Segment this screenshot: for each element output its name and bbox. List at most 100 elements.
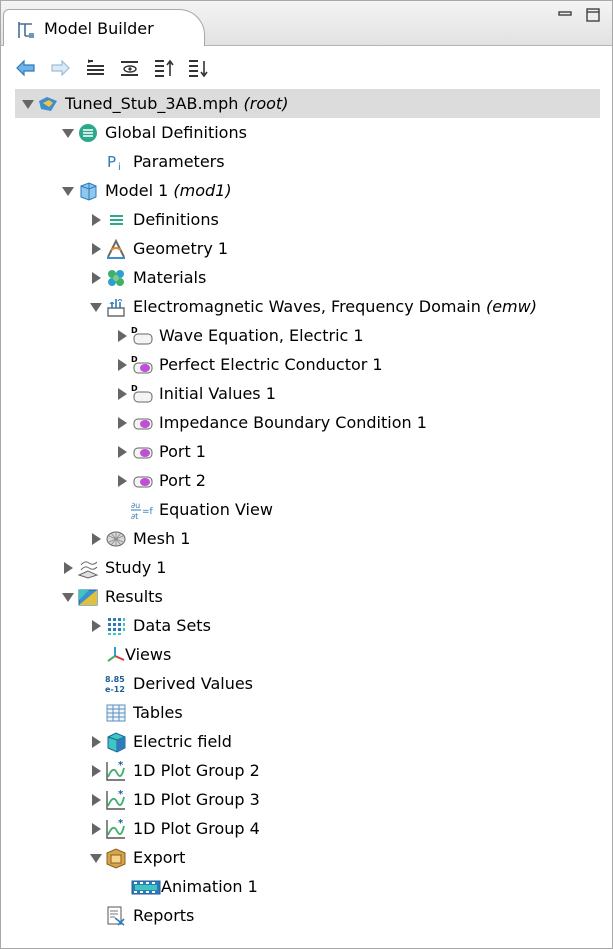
tree-item-root[interactable]: Tuned_Stub_3AB.mph (root)	[15, 89, 600, 118]
svg-text:∂t: ∂t	[131, 512, 138, 521]
plot-1d-icon: *	[106, 818, 125, 839]
tree-label: 1D Plot Group 3	[133, 790, 260, 809]
boundary-node-icon	[133, 418, 153, 430]
materials-icon	[108, 270, 124, 286]
results-icon	[78, 589, 98, 606]
mph-file-icon	[39, 97, 57, 111]
tree-label: Animation 1	[161, 877, 258, 896]
collapse-icon[interactable]	[119, 57, 141, 79]
expanded-arrow-icon[interactable]	[89, 300, 103, 314]
reports-icon	[107, 906, 125, 926]
collapsed-arrow-icon[interactable]	[115, 474, 129, 488]
tree-label: Global Definitions	[105, 123, 247, 142]
tree-label: Data Sets	[133, 616, 211, 635]
tree-label: Derived Values	[133, 674, 254, 693]
plot-1d-icon: *	[106, 789, 125, 810]
emw-label: Electromagnetic Waves, Frequency Domain	[133, 297, 481, 316]
electromagnetic-waves-icon	[107, 299, 125, 317]
collapsed-arrow-icon[interactable]	[89, 271, 103, 285]
domain-node-icon: D	[131, 384, 153, 403]
collapsed-arrow-icon[interactable]	[89, 735, 103, 749]
expanded-arrow-icon[interactable]	[61, 126, 75, 140]
collapsed-arrow-icon[interactable]	[61, 561, 75, 575]
plot-3d-icon	[107, 732, 126, 753]
sort-icon[interactable]	[187, 57, 209, 79]
geometry-icon	[107, 238, 125, 259]
boundary-node-icon	[133, 447, 153, 459]
global-definitions-icon	[79, 124, 97, 142]
study-icon	[77, 561, 99, 579]
toolbar	[1, 47, 612, 89]
collapsed-arrow-icon[interactable]	[89, 532, 103, 546]
root-suffix: (root)	[243, 94, 289, 113]
equation-view-icon: ∂u ∂t =f	[131, 501, 153, 521]
derived-values-icon-text-bottom: e-12	[105, 685, 125, 694]
tree-label: Port 2	[159, 471, 206, 490]
animation-icon	[131, 880, 161, 895]
boundary-node-icon: D	[131, 355, 153, 374]
tree-label: Port 1	[159, 442, 206, 461]
definitions-icon	[110, 215, 123, 225]
model-label: Model 1	[105, 181, 169, 200]
expand-icon[interactable]	[153, 57, 175, 79]
expanded-arrow-icon[interactable]	[61, 184, 75, 198]
derived-values-icon: 8.85 e-12	[105, 675, 125, 694]
svg-text:*: *	[118, 818, 124, 829]
tree-label: Mesh 1	[133, 529, 191, 548]
derived-values-icon-text-top: 8.85	[105, 675, 125, 684]
svg-text:*: *	[118, 789, 124, 800]
tree-label: Wave Equation, Electric 1	[159, 326, 364, 345]
export-icon	[106, 848, 126, 869]
tree-label: Impedance Boundary Condition 1	[159, 413, 427, 432]
collapsed-arrow-icon[interactable]	[89, 213, 103, 227]
views-axes-icon	[107, 647, 125, 662]
collapsed-arrow-icon[interactable]	[89, 619, 103, 633]
domain-node-icon: D	[131, 326, 153, 345]
root-label: Tuned_Stub_3AB.mph	[65, 94, 239, 113]
collapsed-arrow-icon[interactable]	[115, 416, 129, 430]
expanded-arrow-icon[interactable]	[61, 590, 75, 604]
svg-text:∂u: ∂u	[131, 501, 140, 510]
tree-label: Results	[105, 587, 163, 606]
parameters-icon: P i	[107, 153, 121, 173]
expanded-arrow-icon[interactable]	[89, 851, 103, 865]
svg-text:P: P	[107, 153, 116, 171]
tree-label: Parameters	[133, 152, 225, 171]
tab-strip: Model Builder	[1, 1, 612, 46]
forward-arrow-icon[interactable]	[49, 57, 71, 79]
tree-label: Materials	[133, 268, 207, 287]
tab-title: Model Builder	[44, 19, 154, 38]
model-cube-icon	[80, 182, 97, 201]
expanded-arrow-icon[interactable]	[21, 97, 35, 111]
tree-label: Geometry 1	[133, 239, 229, 258]
emw-suffix: (emw)	[485, 297, 537, 316]
tree-label: Equation View	[159, 500, 273, 519]
tree-label: 1D Plot Group 2	[133, 761, 260, 780]
tree-label: Views	[125, 645, 172, 664]
collapsed-arrow-icon[interactable]	[115, 387, 129, 401]
tree-label: Perfect Electric Conductor 1	[159, 355, 383, 374]
collapsed-arrow-icon[interactable]	[89, 242, 103, 256]
back-arrow-icon[interactable]	[15, 57, 37, 79]
collapsed-arrow-icon[interactable]	[89, 793, 103, 807]
model-builder-icon	[18, 22, 34, 38]
svg-text:*: *	[118, 760, 124, 771]
model-suffix: (mod1)	[173, 181, 232, 200]
tree-label: Reports	[133, 906, 195, 925]
boundary-node-icon	[133, 476, 153, 488]
model-builder-tab[interactable]: Model Builder	[3, 9, 205, 46]
mesh-icon	[106, 531, 126, 547]
collapsed-arrow-icon[interactable]	[115, 358, 129, 372]
tree-label: Export	[133, 848, 186, 867]
svg-text:i: i	[118, 162, 121, 173]
maximize-icon[interactable]	[585, 7, 601, 23]
collapsed-arrow-icon[interactable]	[89, 822, 103, 836]
collapsed-arrow-icon[interactable]	[115, 445, 129, 459]
show-icon[interactable]	[85, 57, 107, 79]
tree-label: Electric field	[133, 732, 232, 751]
collapsed-arrow-icon[interactable]	[89, 764, 103, 778]
model-builder-panel: Model Builder Tuned_Stub_3AB.mph (root) …	[0, 0, 613, 949]
collapsed-arrow-icon[interactable]	[115, 329, 129, 343]
svg-text:=f: =f	[142, 507, 153, 517]
minimize-icon[interactable]	[557, 7, 573, 23]
